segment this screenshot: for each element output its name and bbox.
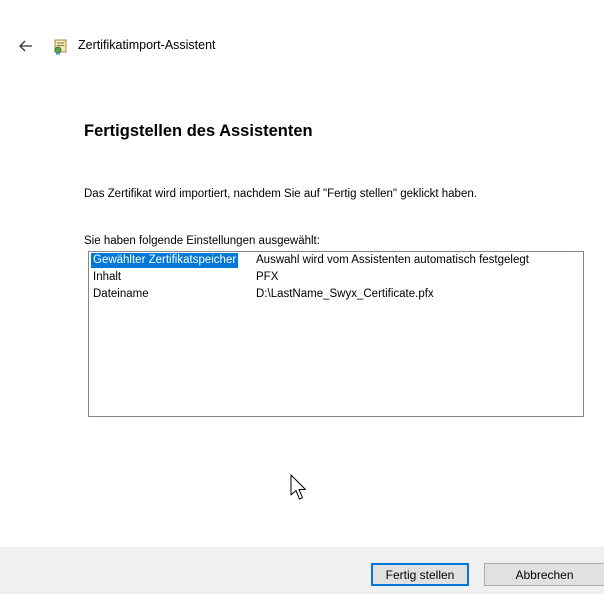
mouse-cursor-icon	[290, 474, 306, 500]
page-title: Fertigstellen des Assistenten	[84, 122, 313, 140]
certificate-import-wizard: Zertifikatimport-Assistent Fertigstellen…	[0, 0, 604, 594]
button-bar: Fertig stellen Abbrechen	[0, 547, 604, 594]
window-title: Zertifikatimport-Assistent	[78, 38, 216, 52]
back-button[interactable]	[16, 36, 36, 56]
intro-text: Das Zertifikat wird importiert, nachdem …	[84, 188, 477, 200]
settings-row[interactable]: Gewählter Zertifikatspeicher Auswahl wir…	[89, 252, 583, 269]
settings-row-key: Dateiname	[93, 288, 149, 300]
settings-row[interactable]: Dateiname D:\LastName_Swyx_Certificate.p…	[89, 286, 583, 303]
settings-row-value: Auswahl wird vom Assistenten automatisch…	[256, 254, 529, 266]
settings-row-key: Gewählter Zertifikatspeicher	[91, 253, 239, 268]
settings-row-key: Inhalt	[93, 271, 122, 283]
wizard-header: Zertifikatimport-Assistent	[0, 0, 604, 96]
finish-button[interactable]: Fertig stellen	[371, 563, 469, 586]
settings-row-value: D:\LastName_Swyx_Certificate.pfx	[256, 288, 434, 300]
settings-row[interactable]: Inhalt PFX	[89, 269, 583, 286]
arrow-left-icon	[19, 40, 32, 52]
certificate-icon	[54, 39, 67, 55]
settings-list[interactable]: Gewählter Zertifikatspeicher Auswahl wir…	[88, 251, 584, 417]
cancel-button[interactable]: Abbrechen	[484, 563, 604, 586]
settings-row-value: PFX	[256, 271, 279, 283]
settings-label: Sie haben folgende Einstellungen ausgewä…	[84, 235, 320, 247]
